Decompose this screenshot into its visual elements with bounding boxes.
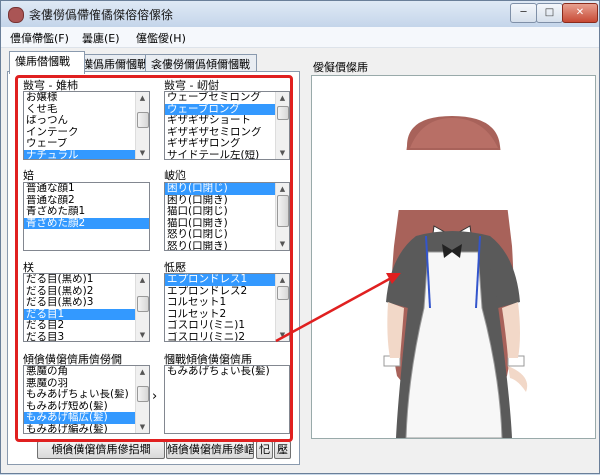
scroll-down-icon[interactable]: ▼ (276, 329, 289, 341)
list-item[interactable]: 普通な顔2 (24, 195, 149, 207)
minimize-button[interactable]: ─ (510, 3, 537, 23)
scroll-thumb[interactable] (137, 296, 149, 312)
list-item[interactable]: 猫口(口開き) (165, 218, 289, 230)
menu-edit[interactable]: 曇廤(E) (82, 30, 120, 46)
scroll-thumb[interactable] (137, 386, 149, 402)
menu-help[interactable]: 僿儖僾(H) (136, 30, 186, 46)
scrollbar[interactable]: ▲ ▼ (275, 92, 289, 159)
face-list[interactable]: 普通な顔1 普通な顔2 青ざめた顔1 青ざめた顔2 (23, 182, 150, 251)
list-item[interactable]: ゴスロリ(ミニ)1 (165, 320, 289, 332)
list-item[interactable]: もみあげちょい長(髪) (165, 366, 289, 378)
list-item-selected[interactable]: だる目1 (24, 308, 149, 320)
list-item[interactable]: ウェーブセミロング (165, 92, 289, 104)
tab-parts[interactable]: 僷乕僣慖戰 (9, 51, 85, 74)
list-item-selected[interactable]: ナチュラル (24, 149, 149, 159)
eyes-list[interactable]: だる目(黒め)1 だる目(黒め)2 だる目(黒め)3 だる目1 だる目2 だる目… (23, 273, 150, 342)
list-item[interactable]: 悪魔の羽 (24, 378, 149, 390)
scrollbar[interactable]: ▲ ▼ (135, 274, 149, 341)
selected-accessory-list[interactable]: もみあげちょい長(髪) (164, 365, 290, 434)
list-item[interactable]: だる目2 (24, 320, 149, 332)
scroll-down-icon[interactable]: ▼ (276, 147, 289, 159)
title-bar: 衾僂僗僞僀傕僪傑傛傛傫徐 ─ □ ✕ (1, 1, 599, 27)
list-item[interactable]: 猫口(口閉じ) (165, 206, 289, 218)
list-item[interactable]: だる目(黒め)2 (24, 286, 149, 298)
scroll-down-icon[interactable]: ▼ (276, 238, 289, 250)
scrollbar[interactable]: ▲ ▼ (275, 183, 289, 250)
scrollbar[interactable]: ▲ ▼ (135, 366, 149, 433)
list-item-selected[interactable]: エプロンドレス1 (165, 274, 289, 286)
list-item[interactable]: だる目(黒め)3 (24, 297, 149, 309)
list-item[interactable]: 怒り(口閉じ) (165, 229, 289, 241)
hair-list[interactable]: お嬢様 くせ毛 ぱっつん インテーク ウェーブ ナチュラル ▲ ▼ (23, 91, 150, 160)
clothes-list[interactable]: エプロンドレス1 エプロンドレス2 コルセット1 コルセット2 ゴスロリ(ミニ)… (164, 273, 290, 342)
list-item[interactable]: もみあげ短め(髪) (24, 401, 149, 413)
accessory-list[interactable]: 悪魔の角 悪魔の羽 もみあげちょい長(髪) もみあげ短め(髪) もみあげ幅広(髪… (23, 365, 150, 434)
character-preview-image (382, 116, 542, 438)
window-title: 衾僂僗僞僀傕僪傑傛傛傫徐 (29, 8, 174, 22)
menu-file[interactable]: 僼傽僀儖(F) (10, 30, 69, 46)
transfer-arrow-icon[interactable]: › (152, 389, 157, 404)
list-item[interactable]: 困り(口開き) (165, 195, 289, 207)
list-item[interactable]: サイドテール左(短) (165, 150, 289, 160)
scroll-down-icon[interactable]: ▼ (136, 147, 149, 159)
scroll-thumb[interactable] (277, 286, 289, 300)
scroll-up-icon[interactable]: ▲ (276, 274, 289, 286)
list-item[interactable]: ぱっつん (24, 115, 149, 127)
app-window: 衾僂僗僞僀傕僪傑傛傛傫徐 ─ □ ✕ 僼傽僀儖(F) 曇廤(E) 僿儖僾(H) … (0, 0, 600, 474)
list-item[interactable]: ギザギザロング (165, 138, 289, 150)
close-button[interactable]: ✕ (562, 3, 598, 23)
list-item[interactable]: 怒り(口開き) (165, 241, 289, 251)
scroll-up-icon[interactable]: ▲ (276, 92, 289, 104)
mouth-list[interactable]: 困り(口閉じ) 困り(口開き) 猫口(口閉じ) 猫口(口開き) 怒り(口閉じ) … (164, 182, 290, 251)
back-hair-list[interactable]: ウェーブセミロング ウェーブロング ギザギザショート ギザギザセミロング ギザギ… (164, 91, 290, 160)
scroll-thumb[interactable] (277, 106, 289, 120)
list-item[interactable]: コルセット2 (165, 309, 289, 321)
preview-pane (311, 75, 596, 439)
menu-bar: 僼傽僀儖(F) 曇廤(E) 僿儖僾(H) (1, 27, 599, 48)
list-item[interactable]: 普通な顔1 (24, 183, 149, 195)
preview-label: 僾儗價儏乕 (313, 61, 368, 74)
list-item[interactable]: コルセット1 (165, 297, 289, 309)
maximize-button[interactable]: □ (536, 3, 563, 23)
list-item-selected[interactable]: もみあげ幅広(髪) (24, 412, 149, 424)
list-item-selected[interactable]: 青ざめた顔2 (24, 217, 149, 229)
list-item[interactable]: ウェーブ (24, 138, 149, 150)
scroll-down-icon[interactable]: ▼ (136, 329, 149, 341)
scrollbar[interactable]: ▲ ▼ (135, 92, 149, 159)
list-item[interactable]: もみあげ編み(髪) (24, 424, 149, 434)
scroll-up-icon[interactable]: ▲ (136, 92, 149, 104)
remove-accessory-button[interactable]: 傾僋僙僒儕乕傪嶍彍 (166, 441, 254, 459)
scroll-up-icon[interactable]: ▲ (276, 183, 289, 195)
list-item[interactable]: だる目(黒め)1 (24, 274, 149, 286)
mouth-label: 岥尦 (164, 169, 186, 182)
list-item[interactable]: もみあげちょい長(髪) (24, 389, 149, 401)
list-item[interactable]: エプロンドレス2 (165, 286, 289, 298)
list-item[interactable]: 悪魔の角 (24, 366, 149, 378)
move-up-button[interactable]: 忋 (256, 441, 273, 459)
list-item[interactable]: お嬢様 (24, 92, 149, 104)
app-icon (8, 7, 24, 23)
add-accessory-button[interactable]: 傾僋僙僒儕乕傪捛壛 (37, 441, 165, 459)
list-item[interactable]: 青ざめた顔1 (24, 206, 149, 218)
list-item[interactable]: ギザギザセミロング (165, 127, 289, 139)
list-item[interactable]: だる目3 (24, 332, 149, 342)
list-item-selected[interactable]: ウェーブロング (165, 103, 289, 115)
scroll-thumb[interactable] (137, 112, 149, 128)
list-item[interactable]: くせ毛 (24, 104, 149, 116)
list-item[interactable]: インテーク (24, 127, 149, 139)
face-label: 婄 (23, 169, 34, 182)
scroll-down-icon[interactable]: ▼ (136, 421, 149, 433)
list-item[interactable]: ギザギザショート (165, 115, 289, 127)
scrollbar[interactable]: ▲ ▼ (275, 274, 289, 341)
scroll-thumb[interactable] (277, 195, 289, 227)
scroll-up-icon[interactable]: ▲ (136, 274, 149, 286)
move-down-button[interactable]: 壓 (274, 441, 291, 459)
list-item[interactable]: ゴスロリ(ミニ)2 (165, 332, 289, 342)
scroll-up-icon[interactable]: ▲ (136, 366, 149, 378)
list-item-selected[interactable]: 困り(口閉じ) (165, 183, 289, 195)
